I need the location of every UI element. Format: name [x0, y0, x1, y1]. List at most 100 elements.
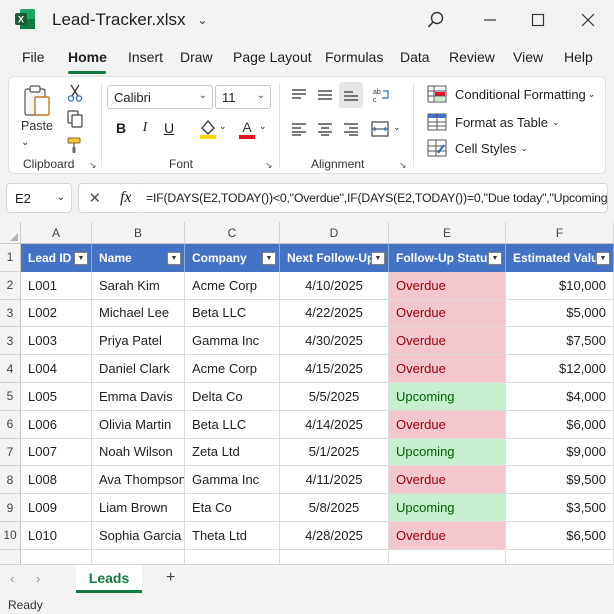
- row-header[interactable]: 10: [0, 522, 21, 550]
- empty-cell[interactable]: [92, 549, 185, 564]
- table-cell[interactable]: $7,500: [506, 327, 614, 356]
- table-cell[interactable]: $5,000: [506, 299, 614, 328]
- empty-cell[interactable]: [506, 549, 614, 564]
- row-header[interactable]: 6: [0, 410, 21, 439]
- chevron-down-icon[interactable]: ⌄: [219, 121, 227, 132]
- tab-insert[interactable]: Insert: [128, 49, 163, 65]
- row-header[interactable]: 2: [0, 271, 21, 300]
- close-icon[interactable]: ✕: [88, 189, 101, 207]
- table-cell[interactable]: Noah Wilson: [92, 438, 185, 467]
- table-cell[interactable]: 4/22/2025: [280, 299, 389, 328]
- row-header[interactable]: 1: [0, 244, 21, 272]
- column-header-d[interactable]: D: [280, 222, 389, 244]
- align-top-icon[interactable]: [289, 85, 309, 105]
- table-cell[interactable]: L008: [21, 466, 92, 495]
- table-header-cell[interactable]: Company ▼: [185, 244, 280, 272]
- status-cell[interactable]: Overdue: [389, 522, 506, 550]
- tab-file[interactable]: File: [22, 49, 45, 65]
- empty-cell[interactable]: [280, 549, 389, 564]
- table-cell[interactable]: 5/1/2025: [280, 438, 389, 467]
- table-cell[interactable]: 4/10/2025: [280, 271, 389, 300]
- status-cell[interactable]: Overdue: [389, 466, 506, 495]
- maximize-icon[interactable]: [524, 6, 552, 34]
- select-all-corner[interactable]: [0, 222, 21, 244]
- paste-icon[interactable]: [21, 83, 53, 119]
- row-header[interactable]: 3: [0, 327, 21, 356]
- table-cell[interactable]: Beta LLC: [185, 299, 280, 328]
- table-cell[interactable]: 4/28/2025: [280, 522, 389, 550]
- table-header-cell[interactable]: Name ▼: [92, 244, 185, 272]
- table-cell[interactable]: L010: [21, 522, 92, 550]
- status-cell[interactable]: Overdue: [389, 271, 506, 300]
- table-cell[interactable]: Michael Lee: [92, 299, 185, 328]
- dialog-launcher-icon[interactable]: ↘: [265, 160, 274, 170]
- table-cell[interactable]: Priya Patel: [92, 327, 185, 356]
- chevron-right-icon[interactable]: ›: [36, 571, 40, 586]
- format-as-table-button[interactable]: Format as Table ⌄: [427, 113, 560, 131]
- chevron-down-icon[interactable]: ⌄: [259, 121, 267, 132]
- column-header-a[interactable]: A: [21, 222, 92, 244]
- minimize-icon[interactable]: [476, 6, 504, 34]
- status-cell[interactable]: Upcoming: [389, 383, 506, 411]
- format-painter-icon[interactable]: [65, 135, 85, 155]
- table-header-cell[interactable]: Estimated Value ▼: [506, 244, 614, 272]
- font-size-select[interactable]: 11 ⌄: [215, 85, 271, 109]
- row-header[interactable]: 5: [0, 383, 21, 411]
- row-header[interactable]: 4: [0, 355, 21, 383]
- dialog-launcher-icon[interactable]: ↘: [89, 160, 98, 170]
- table-cell[interactable]: Ava Thompson: [92, 466, 185, 495]
- empty-cell[interactable]: [185, 549, 280, 564]
- table-header-cell[interactable]: Lead ID ▼: [21, 244, 92, 272]
- close-icon[interactable]: [574, 6, 602, 34]
- table-cell[interactable]: L004: [21, 355, 92, 383]
- table-cell[interactable]: Sarah Kim: [92, 271, 185, 300]
- search-icon[interactable]: [422, 6, 450, 34]
- table-cell[interactable]: Theta Ltd: [185, 522, 280, 550]
- tab-review[interactable]: Review: [449, 49, 495, 65]
- table-cell[interactable]: Acme Corp: [185, 355, 280, 383]
- empty-cell[interactable]: [389, 549, 506, 564]
- table-cell[interactable]: $4,000: [506, 383, 614, 411]
- fill-color-icon[interactable]: [197, 117, 219, 141]
- align-bottom-icon[interactable]: [339, 82, 363, 108]
- table-cell[interactable]: 4/11/2025: [280, 466, 389, 495]
- filter-dropdown-icon[interactable]: ▼: [74, 252, 88, 265]
- status-cell[interactable]: Overdue: [389, 355, 506, 383]
- cut-icon[interactable]: [65, 83, 85, 103]
- table-cell[interactable]: Olivia Martin: [92, 410, 185, 439]
- row-header[interactable]: 7: [0, 438, 21, 467]
- tab-data[interactable]: Data: [400, 49, 430, 65]
- status-cell[interactable]: Upcoming: [389, 494, 506, 522]
- merge-center-icon[interactable]: [369, 119, 391, 139]
- add-sheet-button[interactable]: +: [166, 569, 175, 587]
- table-cell[interactable]: $10,000: [506, 271, 614, 300]
- table-cell[interactable]: 5/8/2025: [280, 494, 389, 522]
- table-cell[interactable]: $6,500: [506, 522, 614, 550]
- table-cell[interactable]: Daniel Clark: [92, 355, 185, 383]
- tab-draw[interactable]: Draw: [180, 49, 213, 65]
- status-cell[interactable]: Overdue: [389, 299, 506, 328]
- row-header[interactable]: 8: [0, 466, 21, 495]
- table-cell[interactable]: 5/5/2025: [280, 383, 389, 411]
- table-cell[interactable]: Gamma Inc: [185, 466, 280, 495]
- align-center-icon[interactable]: [315, 119, 335, 139]
- insert-function-button[interactable]: fx: [120, 189, 132, 207]
- conditional-formatting-button[interactable]: Conditional Formatting ⌄: [427, 85, 595, 103]
- table-cell[interactable]: $6,000: [506, 410, 614, 439]
- row-header[interactable]: 3: [0, 299, 21, 328]
- column-header-c[interactable]: C: [185, 222, 280, 244]
- wrap-text-icon[interactable]: ab c: [371, 85, 393, 105]
- align-right-icon[interactable]: [341, 119, 361, 139]
- tab-home[interactable]: Home: [68, 49, 107, 65]
- filter-dropdown-icon[interactable]: ▼: [371, 252, 385, 265]
- sheet-tab-leads[interactable]: Leads: [76, 565, 142, 593]
- formula-input[interactable]: =IF(DAYS(E2,TODAY())<0,"Overdue",IF(DAYS…: [140, 183, 608, 213]
- bold-button[interactable]: B: [111, 117, 131, 139]
- table-cell[interactable]: L001: [21, 271, 92, 300]
- table-cell[interactable]: Sophia Garcia: [92, 522, 185, 550]
- window-title[interactable]: Lead-Tracker.xlsx ⌄: [52, 10, 208, 30]
- font-name-select[interactable]: Calibri ⌄: [107, 85, 213, 109]
- tab-page-layout[interactable]: Page Layout: [233, 49, 312, 65]
- chevron-down-icon[interactable]: ⌄: [198, 13, 208, 27]
- chevron-down-icon[interactable]: ⌄: [393, 122, 401, 133]
